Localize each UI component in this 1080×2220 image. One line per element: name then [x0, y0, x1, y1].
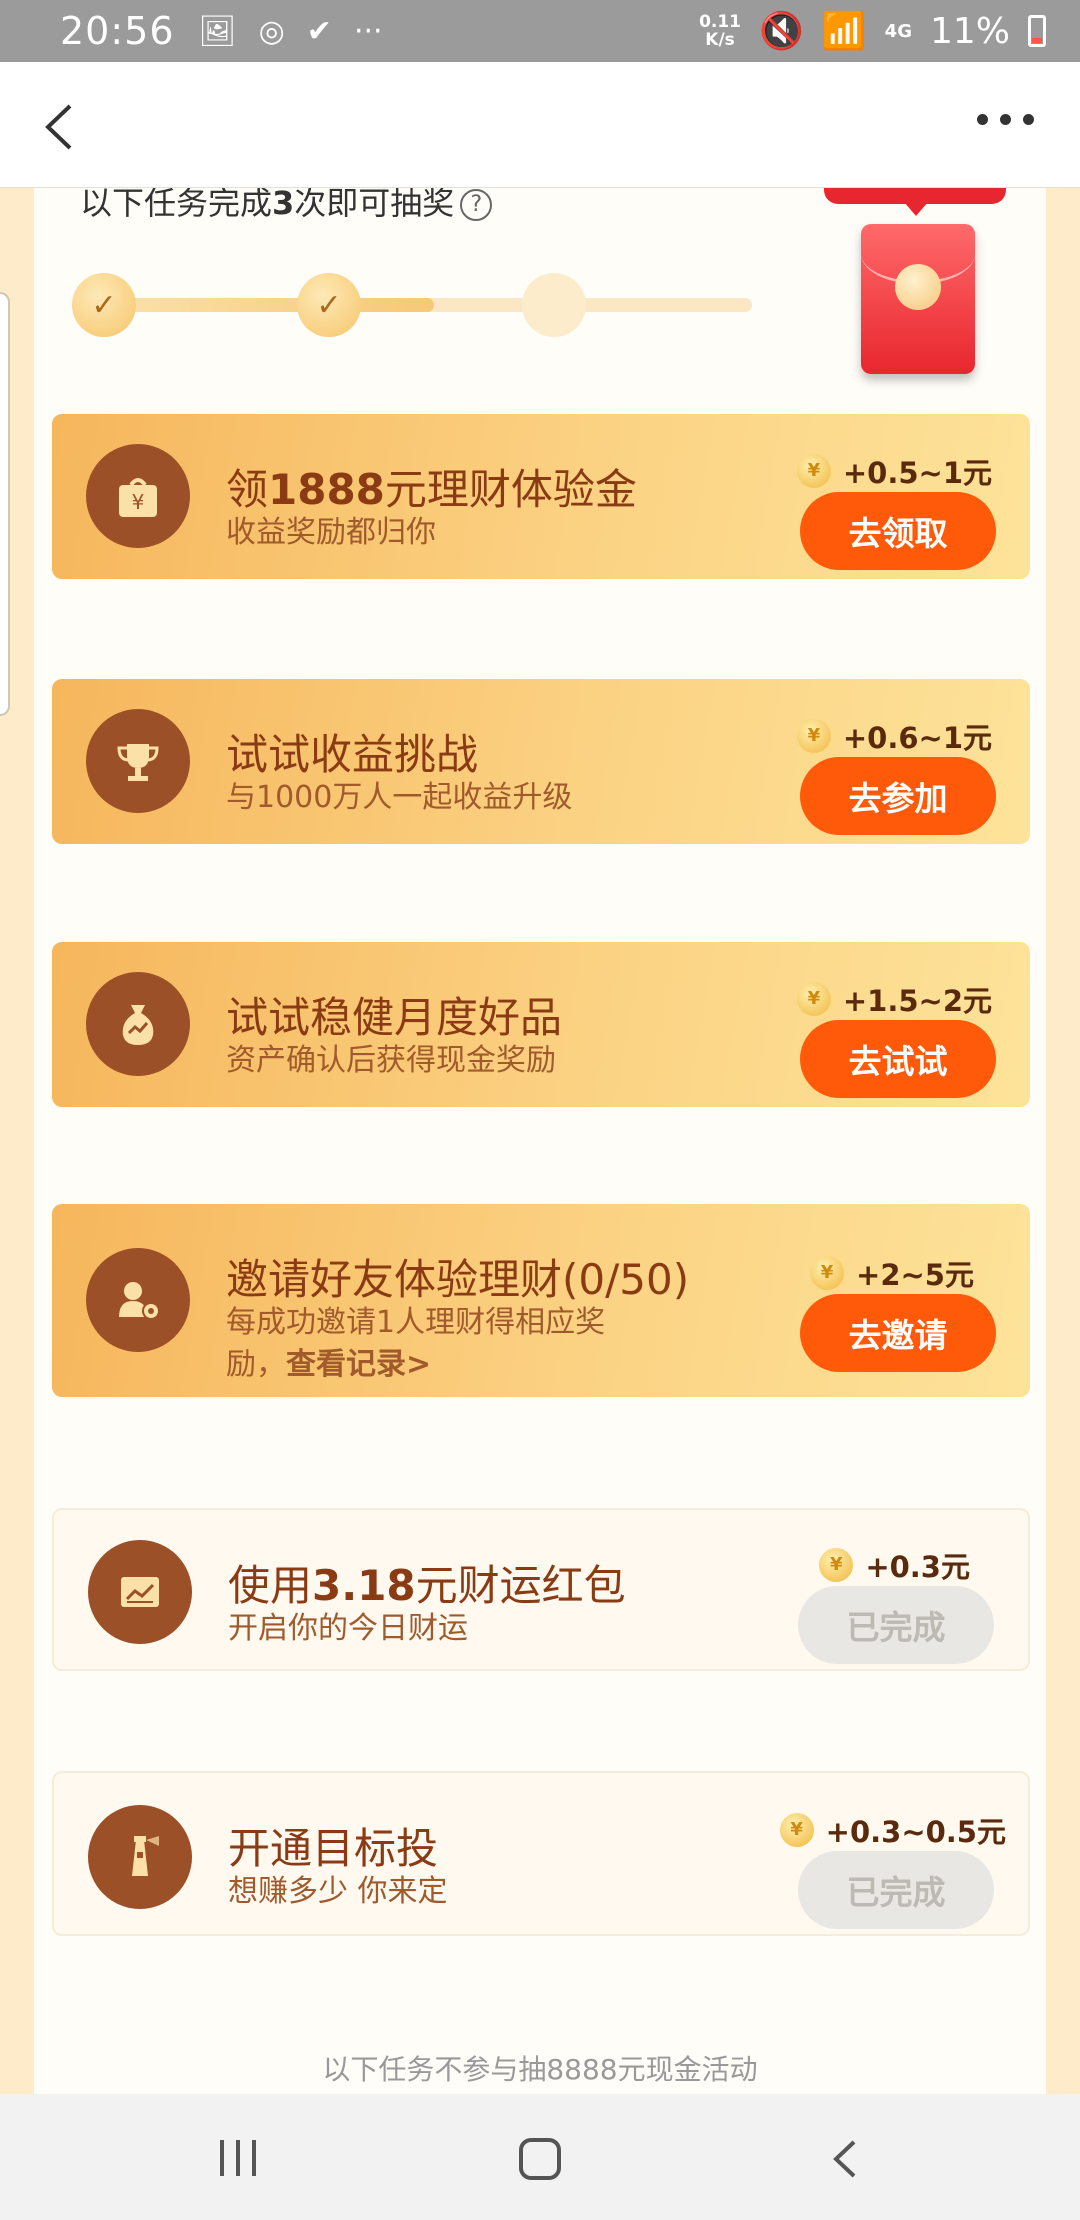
coin-icon: ¥: [819, 1548, 854, 1582]
task-title: 使用3.18元财运红包: [228, 1561, 626, 1610]
progress-track: [116, 298, 752, 312]
lighthouse-icon: [88, 1805, 192, 1909]
task-subtitle: 每成功邀请1人理财得相应奖 励，查看记录>: [226, 1305, 606, 1382]
progress-step-1: ✓: [72, 273, 136, 337]
try-button[interactable]: 去试试: [800, 1020, 996, 1098]
task-reward: ¥ +0.6~1元: [796, 715, 992, 757]
footer-note: 以下任务不参与抽8888元现金活动: [322, 2053, 758, 2086]
battery-percent: 11%: [929, 10, 1010, 52]
app-notification-icon: ✔: [306, 13, 332, 49]
lottery-progress-label: 以下任务完成3次即可抽奖?: [80, 188, 493, 224]
task-card: ¥ 领1888元理财体验金 收益奖励都归你 ¥ +0.5~1元 去领取: [52, 414, 1030, 579]
side-drawer-handle[interactable]: [0, 292, 10, 716]
invite-button[interactable]: 去邀请: [800, 1294, 996, 1372]
task-title: 邀请好友体验理财(0/50): [226, 1255, 690, 1304]
gift-yuan-icon: ¥: [86, 444, 190, 548]
coin-icon: ¥: [796, 719, 831, 753]
wifi-icon: 📶: [821, 11, 867, 52]
chart-icon: [88, 1540, 192, 1644]
trophy-icon: [86, 709, 190, 813]
progress-step-3: [522, 273, 586, 337]
task-subtitle: 想赚多少 你来定: [228, 1874, 448, 1909]
task-subtitle: 与1000万人一起收益升级: [226, 780, 573, 815]
task-card: 开通目标投 想赚多少 你来定 ¥ +0.3~0.5元 已完成: [52, 1771, 1030, 1936]
coin-icon: ¥: [810, 1256, 845, 1290]
task-reward: ¥ +0.5~1元: [796, 450, 992, 492]
task-reward: ¥ +0.3元: [819, 1544, 970, 1586]
svg-text:¥: ¥: [132, 490, 145, 514]
system-nav-bar: [0, 2094, 1080, 2220]
status-bar: 20:56 🖼 ◎ ✔ ··· 0.11 K/s 🔇 📶 4G 11%: [0, 0, 1080, 62]
task-title: 试试稳健月度好品: [226, 993, 563, 1042]
task-panel: 以下任务完成3次即可抽奖? ✓ ✓ ¥ 领1888元理财体验金 收益奖励都归你 …: [34, 188, 1046, 2094]
mute-icon: 🔇: [759, 11, 804, 52]
back-icon[interactable]: [830, 2138, 860, 2180]
red-packet-icon[interactable]: [861, 224, 975, 374]
task-reward: ¥ +0.3~0.5元: [779, 1809, 1006, 1851]
progress-step-2: ✓: [297, 273, 361, 337]
task-subtitle: 资产确认后获得现金奖励: [226, 1043, 556, 1078]
view-records-link[interactable]: 查看记录>: [286, 1347, 431, 1382]
progress-fill: [116, 298, 434, 312]
help-icon[interactable]: ?: [460, 189, 493, 221]
task-card: 试试收益挑战 与1000万人一起收益升级 ¥ +0.6~1元 去参加: [52, 679, 1030, 844]
more-notifications-icon: ···: [353, 13, 383, 49]
status-time: 20:56: [60, 9, 175, 53]
coin-icon: ¥: [796, 982, 831, 1016]
app-bar: [0, 62, 1080, 188]
task-reward: ¥ +1.5~2元: [796, 978, 992, 1020]
net-speed: 0.11 K/s: [699, 12, 742, 50]
task-card: 使用3.18元财运红包 开启你的今日财运 ¥ +0.3元 已完成: [52, 1508, 1030, 1671]
more-options-icon[interactable]: [977, 114, 1034, 125]
task-title: 开通目标投: [228, 1824, 439, 1873]
task-title: 试试收益挑战: [226, 730, 479, 779]
money-bag-icon: [86, 972, 190, 1076]
invite-friends-icon: [86, 1248, 190, 1352]
task-title: 领1888元理财体验金: [226, 465, 637, 514]
task-card: 邀请好友体验理财(0/50) 每成功邀请1人理财得相应奖 励，查看记录> ¥ +2…: [52, 1204, 1030, 1397]
red-packet-ribbon: [824, 188, 1006, 216]
task-reward: ¥ +2~5元: [810, 1252, 974, 1294]
task-card: 试试稳健月度好品 资产确认后获得现金奖励 ¥ +1.5~2元 去试试: [52, 942, 1030, 1107]
signal-type: 4G: [884, 20, 912, 42]
right-background-strip: [1046, 188, 1080, 2094]
join-button[interactable]: 去参加: [800, 757, 996, 835]
task-subtitle: 开启你的今日财运: [228, 1611, 468, 1646]
sync-icon: ◎: [258, 13, 285, 49]
task-subtitle: 收益奖励都归你: [226, 515, 436, 550]
coin-icon: ¥: [779, 1813, 814, 1847]
claim-button[interactable]: 去领取: [800, 492, 996, 570]
back-arrow-icon[interactable]: [40, 102, 80, 152]
recent-apps-icon[interactable]: [220, 2140, 256, 2176]
coin-icon: ¥: [796, 454, 831, 488]
completed-button: 已完成: [798, 1851, 994, 1929]
completed-button: 已完成: [798, 1586, 994, 1664]
gallery-icon: 🖼: [198, 13, 237, 49]
home-icon[interactable]: [519, 2138, 561, 2180]
battery-icon: [1028, 15, 1046, 47]
